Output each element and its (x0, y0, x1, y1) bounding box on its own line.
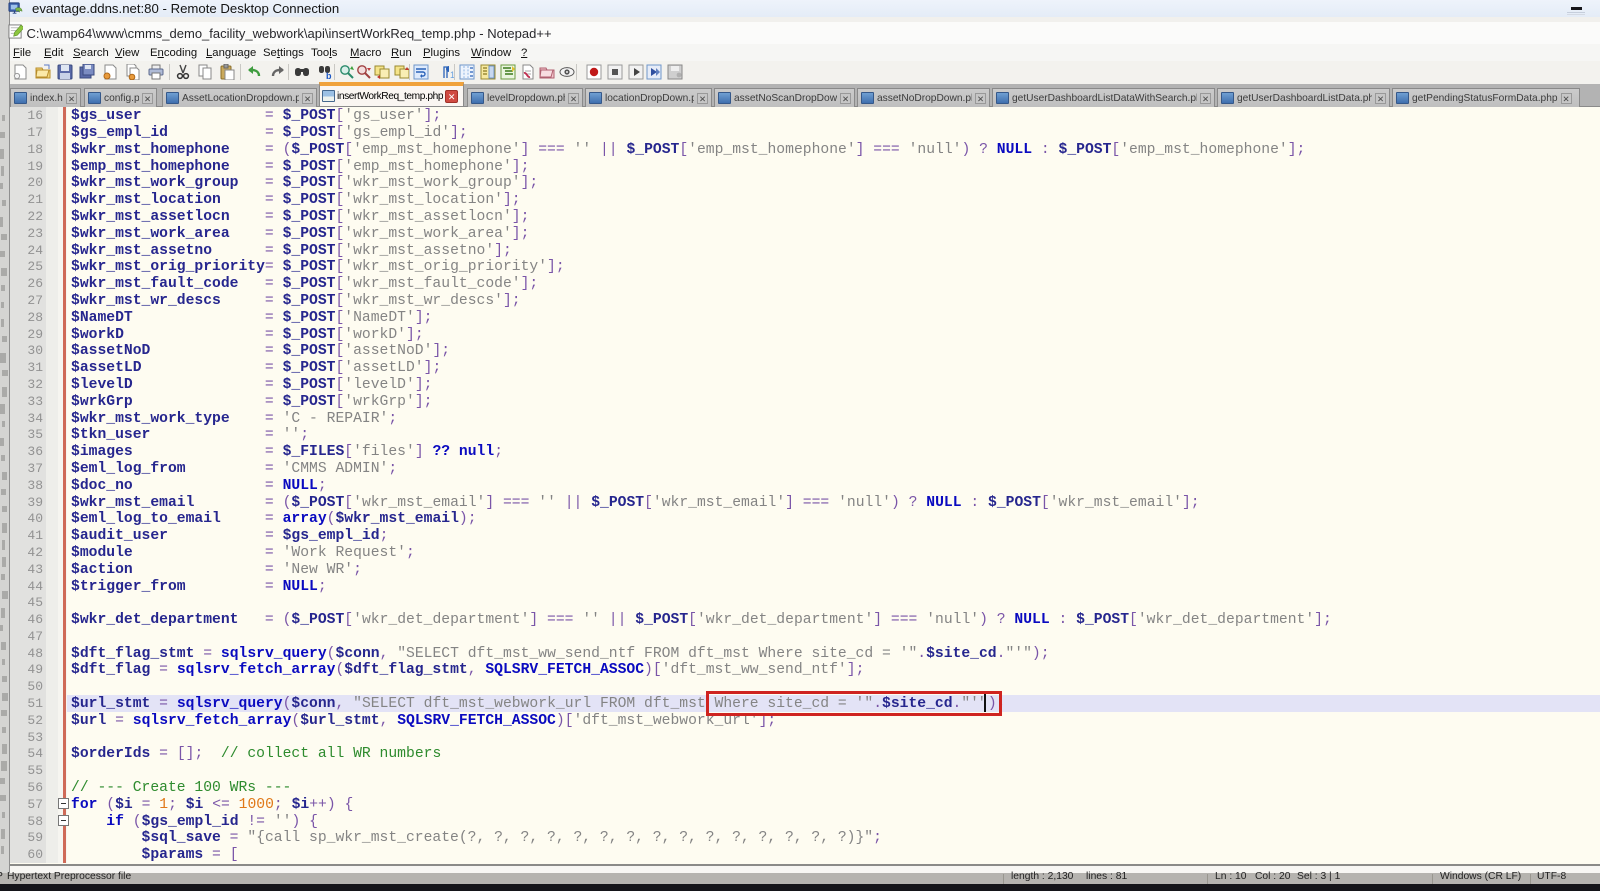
svg-text:b: b (326, 71, 332, 80)
